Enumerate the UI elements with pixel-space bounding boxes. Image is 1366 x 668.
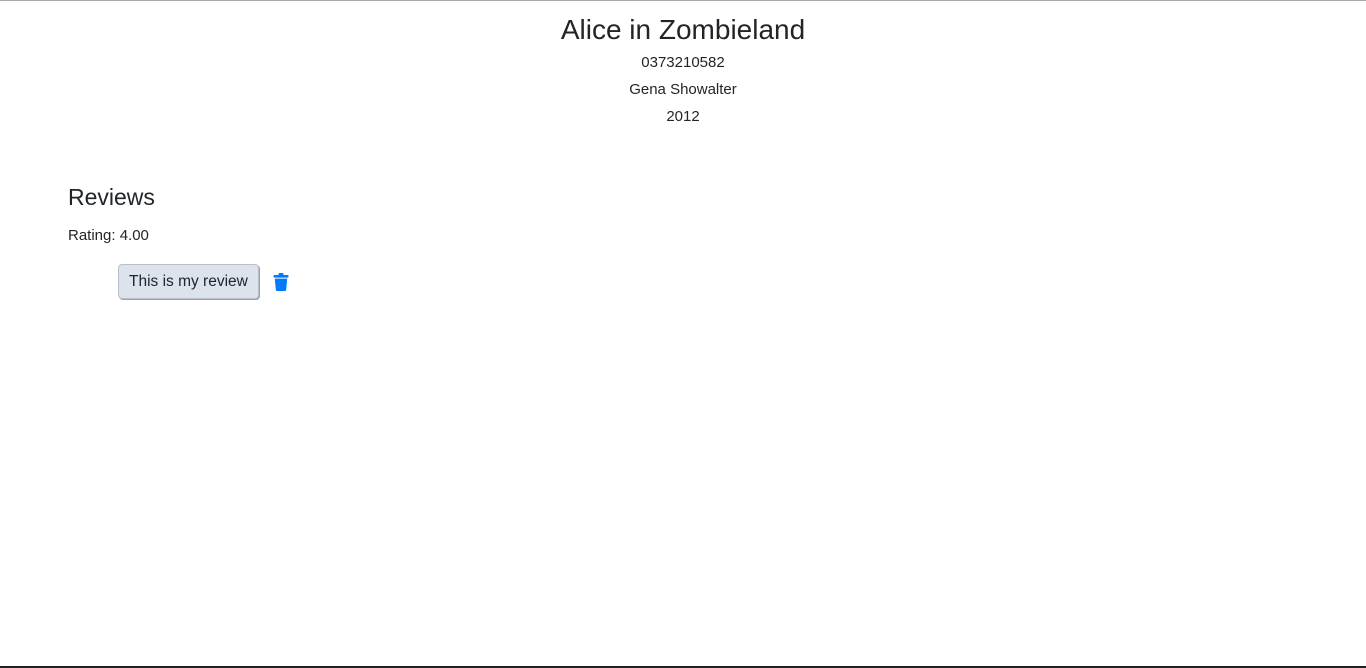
- book-year: 2012: [666, 108, 700, 125]
- rating-text: Rating: 4.00: [68, 227, 149, 244]
- book-header: Alice in Zombieland 0373210582 Gena Show…: [0, 1, 1366, 130]
- review-item: This is my review: [118, 264, 289, 299]
- trash-icon[interactable]: [273, 272, 289, 291]
- review-button[interactable]: This is my review: [118, 264, 259, 299]
- book-title: Alice in Zombieland: [560, 14, 806, 45]
- book-author: Gena Showalter: [629, 81, 737, 98]
- book-isbn: 0373210582: [641, 54, 725, 71]
- reviews-section: Reviews Rating: 4.00 This is my review: [68, 181, 289, 299]
- reviews-heading: Reviews: [68, 184, 155, 210]
